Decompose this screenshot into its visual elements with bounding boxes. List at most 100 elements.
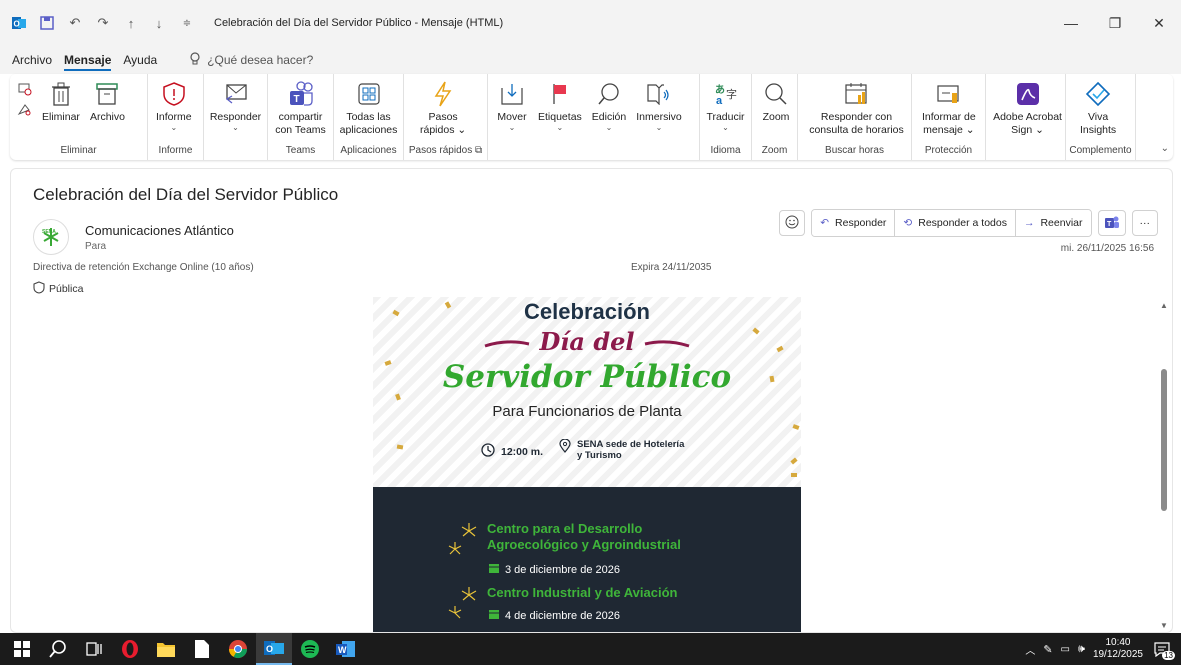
ribbon-group-idioma: あa字 Traducir ⌄ Idioma <box>700 74 752 160</box>
report-button[interactable]: Informe ⌄ <box>152 78 196 134</box>
minimize-button[interactable]: — <box>1049 0 1093 46</box>
tab-archivo[interactable]: Archivo <box>12 49 52 71</box>
adobe-sign-button[interactable]: Adobe Acrobat Sign ⌄ <box>993 78 1062 139</box>
word-icon[interactable]: W <box>328 633 364 665</box>
next-item-icon[interactable]: ↓ <box>152 16 166 31</box>
undo-icon[interactable]: ↶ <box>68 15 82 30</box>
message-scrollbar[interactable]: ▲ ▼ <box>1156 297 1172 632</box>
reactions-button[interactable] <box>779 210 806 236</box>
dialog-launcher-icon[interactable]: ⧉ <box>475 145 482 156</box>
tab-mensaje[interactable]: Mensaje <box>64 49 112 71</box>
cleanup-icon[interactable] <box>16 98 34 120</box>
swash-left-icon <box>484 339 530 347</box>
ribbon-expand-chevron-icon[interactable]: ⌄ <box>1161 143 1169 154</box>
forward-button[interactable]: → Reenviar <box>1015 210 1091 236</box>
customize-toolbar-icon[interactable]: ≑ <box>180 16 194 30</box>
sender-name[interactable]: Comunicaciones Atlántico <box>85 223 234 238</box>
forward-icon: → <box>1023 217 1035 229</box>
viva-insights-button[interactable]: Viva Insights <box>1076 78 1120 139</box>
previous-item-icon[interactable]: ↑ <box>124 16 138 31</box>
translate-button[interactable]: あa字 Traducir ⌄ <box>704 78 747 134</box>
immersive-reader-icon <box>646 80 672 108</box>
all-apps-button[interactable]: Todas las aplicaciones <box>338 78 399 139</box>
spotify-icon[interactable] <box>292 633 328 665</box>
scroll-up-icon[interactable]: ▲ <box>1160 301 1168 310</box>
title-bar: O ↶ ↷ ↑ ↓ ≑ Celebración del Día del Serv… <box>0 0 1181 46</box>
notifications-button[interactable]: 13 <box>1151 638 1175 660</box>
clock-time: 10:40 <box>1105 637 1131 648</box>
svg-text:字: 字 <box>726 87 737 101</box>
taskbar-search-icon[interactable] <box>40 633 76 665</box>
chevron-down-icon: ⌄ <box>655 123 663 132</box>
close-button[interactable]: ✕ <box>1137 0 1181 46</box>
group-name-idioma: Idioma <box>710 145 741 156</box>
group-name-aplicaciones: Aplicaciones <box>340 145 397 156</box>
volume-icon[interactable]: 🕪 <box>1078 643 1085 656</box>
restore-button[interactable]: ❐ <box>1093 0 1137 46</box>
center-date: 3 de diciembre de 2026 <box>489 563 620 576</box>
ribbon-group-adobe: Adobe Acrobat Sign ⌄ <box>986 74 1066 160</box>
scheduling-poll-label: Responder con consulta de horarios <box>809 111 904 136</box>
move-button[interactable]: Mover ⌄ <box>492 78 532 134</box>
ribbon-group-informe: Informe ⌄ Informe <box>148 74 204 160</box>
clock[interactable]: 10:40 19/12/2025 <box>1093 637 1143 661</box>
zoom-icon <box>763 80 789 108</box>
calendar-poll-icon <box>844 80 870 108</box>
archive-button[interactable]: Archivo <box>86 78 129 126</box>
teams-chat-button[interactable]: T <box>1097 210 1126 236</box>
share-teams-button[interactable]: T compartir con Teams <box>272 78 329 139</box>
file-explorer-icon[interactable] <box>148 633 184 665</box>
quick-steps-button[interactable]: Pasos rápidos ⌄ <box>416 78 470 139</box>
search-icon <box>596 80 622 108</box>
edit-button[interactable]: Edición ⌄ <box>588 78 630 134</box>
scrollbar-thumb[interactable] <box>1161 369 1167 511</box>
respond-button[interactable]: Responder ⌄ <box>208 78 263 134</box>
zoom-button[interactable]: Zoom <box>756 78 796 126</box>
sensitivity-text: Pública <box>49 283 84 295</box>
svg-text:SENA: SENA <box>42 229 56 235</box>
confetti <box>396 444 404 450</box>
scheduling-poll-button[interactable]: Responder con consulta de horarios <box>806 78 907 139</box>
network-icon[interactable]: ▭ <box>1061 644 1070 655</box>
pen-icon[interactable]: ✎ <box>1043 643 1052 656</box>
save-icon[interactable] <box>40 16 54 30</box>
sender-avatar[interactable]: SENA <box>33 219 69 255</box>
firework-icon <box>445 521 479 564</box>
immersive-button[interactable]: Inmersivo ⌄ <box>632 78 686 134</box>
location-pin-icon <box>559 438 571 456</box>
svg-text:T: T <box>293 94 299 105</box>
archive-label: Archivo <box>89 111 125 123</box>
group-name-teams: Teams <box>285 145 316 156</box>
windows-start-icon[interactable] <box>4 633 40 665</box>
reply-label: Responder <box>835 217 887 229</box>
sensitivity-label[interactable]: Pública <box>33 281 83 297</box>
report-message-button[interactable]: Informar de mensaje ⌄ <box>918 78 980 139</box>
document-app-icon[interactable] <box>184 633 220 665</box>
flag-icon <box>547 80 573 108</box>
chevron-down-icon: ⌄ <box>232 123 239 132</box>
tell-me-search[interactable]: ¿Qué desea hacer? <box>189 51 313 69</box>
outlook-taskbar-icon[interactable]: O <box>256 633 292 665</box>
opera-browser-icon[interactable] <box>112 633 148 665</box>
svg-text:O: O <box>14 20 20 29</box>
outlook-app-icon: O <box>12 16 26 30</box>
scroll-down-icon[interactable]: ▼ <box>1160 621 1168 630</box>
show-hidden-icons-icon[interactable]: ︿ <box>1025 642 1035 657</box>
chrome-profile-icon[interactable] <box>220 633 256 665</box>
expiry-date: Expira 24/11/2035 <box>631 262 712 273</box>
lightbulb-icon <box>189 51 201 69</box>
share-teams-label: compartir con Teams <box>275 111 326 136</box>
delete-button[interactable]: Eliminar <box>38 78 84 126</box>
ignore-button[interactable] <box>14 78 36 122</box>
center-item: Centro para el Desarrollo Agroecológico y… <box>445 521 681 564</box>
tags-button[interactable]: Etiquetas ⌄ <box>534 78 586 134</box>
zoom-label: Zoom <box>762 111 790 123</box>
reply-all-button[interactable]: ⟲ Responder a todos <box>895 210 1016 236</box>
redo-icon[interactable]: ↷ <box>96 15 110 30</box>
svg-text:a: a <box>716 95 723 106</box>
reply-button[interactable]: ↶ Responder <box>812 210 896 236</box>
task-view-icon[interactable] <box>76 633 112 665</box>
more-actions-button[interactable]: ··· <box>1131 210 1158 236</box>
system-tray: ︿ ✎ ▭ 🕪 10:40 19/12/2025 13 <box>1025 633 1181 665</box>
tab-ayuda[interactable]: Ayuda <box>123 49 157 71</box>
